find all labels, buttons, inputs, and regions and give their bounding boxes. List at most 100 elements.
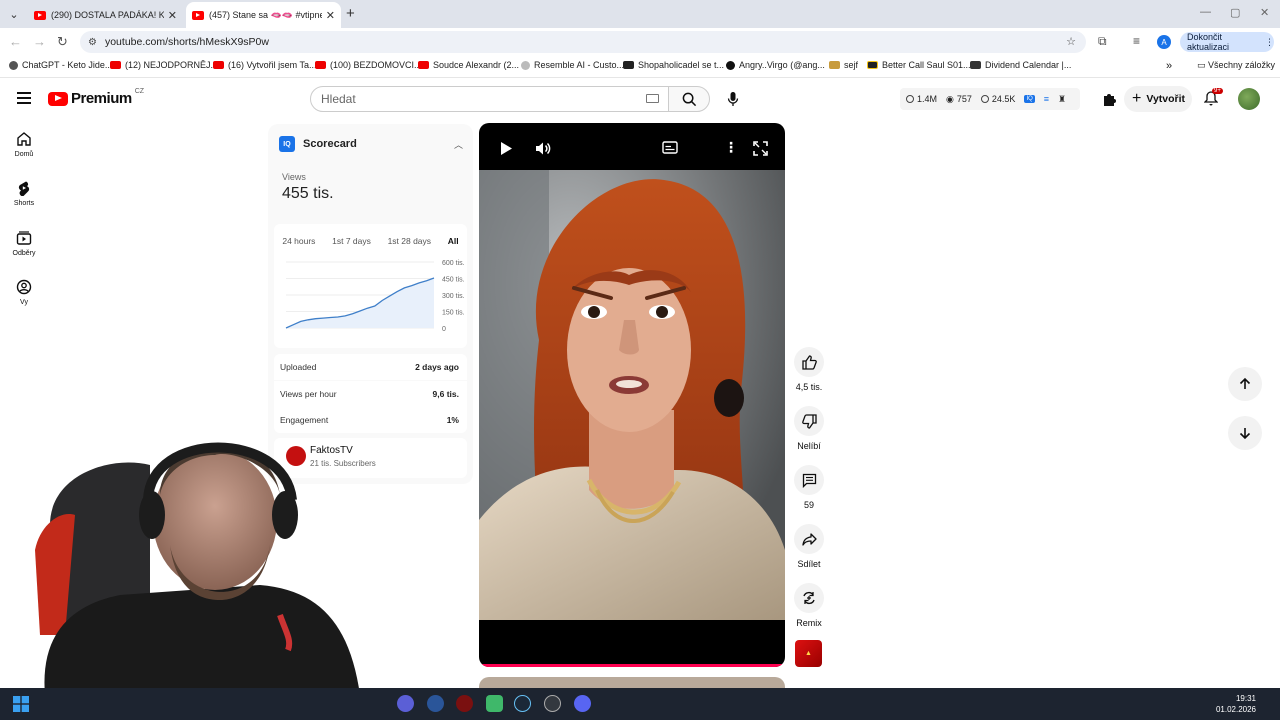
metric-value: 9,6 tis. [432, 389, 459, 399]
video-progress-bar[interactable] [479, 664, 785, 667]
shorts-icon [18, 181, 30, 196]
maximize-icon[interactable]: ▢ [1230, 6, 1240, 19]
bookmark-item[interactable]: (12) NEJODPORNĚJ... [110, 60, 218, 70]
range-tab-all[interactable]: All [448, 236, 459, 246]
bookmark-star-icon[interactable]: ☆ [1066, 35, 1076, 48]
keyboard-icon[interactable] [646, 94, 659, 103]
notepad-icon[interactable] [486, 695, 503, 712]
url-text: youtube.com/shorts/hMeskX9sP0w [104, 36, 269, 48]
bookmark-item[interactable]: Shopaholicadel se t... [623, 60, 724, 70]
captions-icon[interactable] [662, 141, 678, 154]
volume-icon[interactable] [535, 141, 552, 156]
browser-tab-active[interactable]: (457) Stane sa 🫦🫦 #vtipnevi ✕ [186, 2, 341, 28]
profile-avatar[interactable]: A [1157, 35, 1171, 49]
scorecard-header[interactable]: IQ Scorecard [279, 136, 357, 152]
nav-subscriptions[interactable]: Odběry [8, 230, 40, 257]
bookmark-item[interactable]: sejf [829, 60, 858, 70]
channel-thumbnail[interactable]: ▲ [795, 640, 822, 667]
close-tab-icon[interactable]: ✕ [168, 9, 177, 22]
system-clock[interactable]: 19:31 01.02.2026 [1216, 693, 1256, 715]
forward-icon[interactable]: → [33, 34, 46, 49]
create-button[interactable]: + Vytvořit [1124, 86, 1192, 112]
bookmark-item[interactable]: Resemble AI - Custo... [521, 60, 624, 70]
remix-icon [803, 591, 815, 605]
microphone-icon [727, 92, 739, 106]
app-icon[interactable] [397, 695, 414, 712]
views-stat: 1.4M [906, 94, 937, 104]
steam-icon[interactable] [514, 695, 531, 712]
menu-icon[interactable] [17, 92, 31, 104]
list-icon[interactable]: ≡ [1044, 94, 1049, 104]
nav-you[interactable]: Vy [8, 279, 40, 306]
more-menu-icon[interactable]: ⋮ [1265, 37, 1274, 48]
comments-button[interactable]: 59 [794, 465, 824, 510]
range-tab-28d[interactable]: 1st 28 days [388, 236, 431, 246]
share-button[interactable]: Sdílet [794, 524, 824, 569]
reading-list-icon[interactable]: ≡ [1133, 34, 1140, 48]
vidiq-icon[interactable]: IQ [1024, 95, 1035, 103]
region-code: CZ [134, 88, 145, 95]
bookmark-item[interactable]: (16) Vytvořil jsem Ta... [213, 60, 317, 70]
eye-icon: ◉ [946, 93, 954, 104]
shorts-video-player[interactable]: ⋮ [479, 123, 785, 667]
url-field[interactable]: ⚙ youtube.com/shorts/hMeskX9sP0w ☆ [80, 31, 1086, 53]
site-info-icon[interactable]: ⚙ [88, 37, 97, 48]
comment-count: 59 [803, 500, 814, 510]
bookmark-item[interactable]: Dividend Calendar |... [970, 60, 1071, 70]
app-icon[interactable] [544, 695, 561, 712]
play-icon[interactable] [499, 141, 513, 156]
bookmark-item[interactable]: ChatGPT - Keto Jide... [9, 60, 112, 70]
extensions-icon[interactable]: ⧉ [1098, 34, 1107, 49]
bookmark-item[interactable]: Angry..Virgo (@ang... [726, 60, 825, 70]
range-tab-7d[interactable]: 1st 7 days [332, 236, 371, 246]
extension-puzzle-icon[interactable] [1101, 91, 1117, 107]
arrow-down-icon [1239, 428, 1251, 440]
bookmark-item[interactable]: Soudce Alexandr (2... [418, 60, 519, 70]
next-short-button[interactable] [1228, 416, 1262, 450]
search-input[interactable]: Hledat [310, 86, 670, 112]
fullscreen-icon[interactable] [753, 141, 768, 156]
dislike-button[interactable]: Nelíbí [794, 406, 824, 451]
nav-shorts[interactable]: Shorts [8, 180, 40, 207]
more-bookmarks-icon[interactable]: » [1166, 60, 1172, 72]
back-icon[interactable]: ← [9, 34, 22, 49]
new-tab-icon[interactable]: + [346, 5, 355, 22]
range-tab-24h[interactable]: 24 hours [282, 236, 315, 246]
vidiq-stats-bar[interactable]: 1.4M ◉ 757 24.5K IQ ≡ ♜ [900, 88, 1080, 110]
tab-search-chevron-icon[interactable]: ⌄ [4, 4, 24, 24]
update-button[interactable]: Dokončit aktualizaci ⋮ [1180, 32, 1274, 52]
voice-search-button[interactable] [720, 86, 746, 112]
logo-text: Premium [71, 90, 132, 107]
trophy-icon[interactable]: ♜ [1058, 94, 1066, 105]
discord-icon[interactable] [574, 695, 591, 712]
minimize-icon[interactable]: — [1200, 6, 1211, 18]
previous-short-button[interactable] [1228, 367, 1262, 401]
notifications-button[interactable]: 9+ [1203, 88, 1223, 109]
search-button[interactable] [668, 86, 710, 112]
browser-tab[interactable]: (290) DOSTALA PADÁKA! KONV ✕ [28, 2, 183, 28]
bookmark-item[interactable]: Better Call Saul S01... [867, 60, 971, 70]
youtube-favicon-icon [192, 10, 204, 20]
youtube-play-logo-icon [48, 91, 68, 106]
nav-home[interactable]: Domů [8, 131, 40, 158]
bookmark-item[interactable]: (100) BEZDOMOVCI... [315, 60, 422, 70]
youtube-icon [110, 61, 121, 69]
app-icon[interactable] [456, 695, 473, 712]
wordpress-icon[interactable] [427, 695, 444, 712]
close-tab-icon[interactable]: ✕ [326, 9, 335, 22]
thumbs-down-icon [801, 413, 817, 429]
user-avatar[interactable] [1238, 88, 1260, 110]
like-button[interactable]: 4,5 tis. [794, 347, 824, 392]
subs-stat: 24.5K [980, 94, 1015, 104]
all-bookmarks-folder[interactable]: ▭ Všechny záložky [1197, 60, 1275, 71]
windows-start-icon[interactable] [13, 696, 29, 712]
youtube-premium-logo[interactable]: Premium CZ [48, 88, 145, 107]
globe-icon [521, 60, 530, 70]
reload-icon[interactable]: ↻ [57, 34, 68, 50]
comment-icon [802, 473, 816, 488]
collapse-chevron-icon[interactable]: ︿ [454, 138, 463, 151]
remix-button[interactable]: Remix [794, 583, 824, 628]
youtube-icon [418, 61, 429, 69]
more-options-icon[interactable]: ⋮ [724, 139, 738, 156]
close-window-icon[interactable]: ✕ [1260, 6, 1269, 19]
